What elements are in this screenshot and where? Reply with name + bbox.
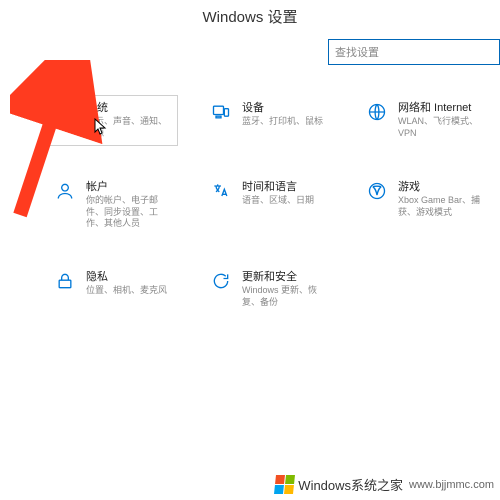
tile-sub: Xbox Game Bar、捕获、游戏模式 [398, 195, 484, 218]
watermark: Windows系统之家 www.bjjmmc.com [275, 475, 494, 494]
tile-sub: 位置、相机、麦克风 [86, 285, 172, 297]
tile-network[interactable]: 网络和 Internet WLAN、飞行模式、VPN [360, 95, 490, 146]
lock-icon [54, 270, 76, 292]
tile-privacy[interactable]: 隐私 位置、相机、麦克风 [48, 264, 178, 315]
update-icon [210, 270, 232, 292]
watermark-brand: Windows系统之家 [298, 475, 403, 494]
tile-system[interactable]: 系统 显示、声音、通知、电源 [48, 95, 178, 146]
settings-grid: 系统 显示、声音、通知、电源 设备 蓝牙、打印机、鼠标 网络和 Internet… [0, 65, 500, 315]
tile-sub: 语音、区域、日期 [242, 195, 328, 207]
page-title: Windows 设置 [0, 0, 500, 39]
tile-title: 网络和 Internet [398, 101, 484, 115]
tile-title: 游戏 [398, 180, 484, 194]
tile-devices[interactable]: 设备 蓝牙、打印机、鼠标 [204, 95, 334, 146]
tile-sub: 蓝牙、打印机、鼠标 [242, 116, 328, 128]
tile-time-language[interactable]: 时间和语言 语音、区域、日期 [204, 174, 334, 236]
tile-title: 设备 [242, 101, 328, 115]
tile-title: 更新和安全 [242, 270, 328, 284]
tile-gaming[interactable]: 游戏 Xbox Game Bar、捕获、游戏模式 [360, 174, 490, 236]
language-icon [210, 180, 232, 202]
monitor-icon [54, 101, 76, 123]
tile-update-security[interactable]: 更新和安全 Windows 更新、恢复、备份 [204, 264, 334, 315]
watermark-url: www.bjjmmc.com [409, 479, 494, 491]
person-icon [54, 180, 76, 202]
globe-icon [366, 101, 388, 123]
tile-sub: WLAN、飞行模式、VPN [398, 116, 484, 139]
tile-title: 帐户 [86, 180, 172, 194]
windows-logo-icon [274, 475, 295, 494]
xbox-icon [366, 180, 388, 202]
tile-sub: 显示、声音、通知、电源 [86, 116, 172, 139]
tile-title: 系统 [86, 101, 172, 115]
search-placeholder: 查找设置 [335, 44, 379, 60]
tile-sub: 你的帐户、电子邮件、同步设置、工作、其他人员 [86, 195, 172, 230]
devices-icon [210, 101, 232, 123]
tile-title: 时间和语言 [242, 180, 328, 194]
tile-accounts[interactable]: 帐户 你的帐户、电子邮件、同步设置、工作、其他人员 [48, 174, 178, 236]
tile-title: 隐私 [86, 270, 172, 284]
search-input[interactable]: 查找设置 [328, 39, 500, 65]
tile-sub: Windows 更新、恢复、备份 [242, 285, 328, 308]
